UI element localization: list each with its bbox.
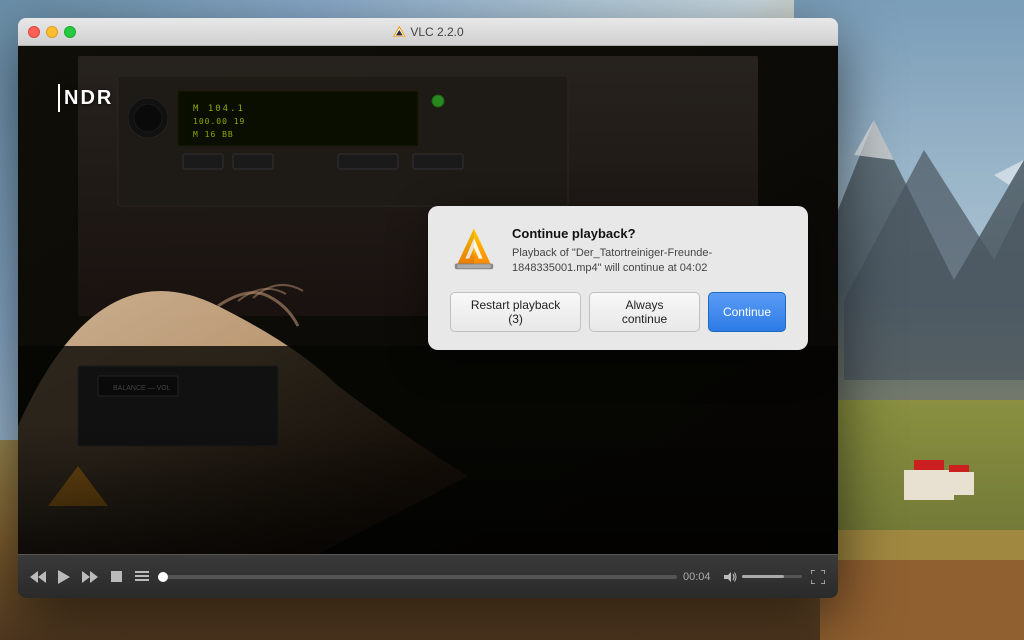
volume-bar[interactable] — [742, 575, 802, 578]
volume-area — [724, 571, 802, 583]
fullscreen-icon — [811, 570, 825, 584]
stop-button[interactable] — [106, 567, 126, 587]
dialog-message: Playback of "Der_Tatortrei­niger-Freunde… — [512, 246, 786, 277]
traffic-lights — [28, 26, 76, 38]
playlist-icon — [135, 571, 149, 583]
dialog-header: Continue playback? Playback of "Der_Tato… — [450, 226, 786, 277]
volume-icon — [724, 571, 738, 583]
vlc-title-icon — [392, 25, 406, 39]
close-button[interactable] — [28, 26, 40, 38]
volume-fill — [742, 575, 784, 578]
progress-bar[interactable] — [158, 575, 677, 579]
rewind-icon — [30, 571, 46, 583]
continue-playback-dialog: Continue playback? Playback of "Der_Tato… — [428, 206, 808, 351]
video-area[interactable]: M 104.1 100.00 19 M 16 BB — [18, 46, 838, 554]
forward-button[interactable] — [80, 567, 100, 587]
dialog-title: Continue playback? — [512, 226, 786, 241]
dialog-buttons: Restart playback (3) Always continue Con… — [450, 292, 786, 332]
playlist-button[interactable] — [132, 567, 152, 587]
progress-thumb — [158, 572, 168, 582]
always-continue-button[interactable]: Always continue — [589, 292, 700, 332]
restart-playback-button[interactable]: Restart playback (3) — [450, 292, 581, 332]
video-content: M 104.1 100.00 19 M 16 BB — [18, 46, 838, 554]
play-icon — [58, 570, 70, 584]
fullscreen-button[interactable] — [808, 567, 828, 587]
dialog-overlay: Continue playback? Playback of "Der_Tato… — [18, 46, 838, 510]
vlc-window: VLC 2.2.0 — [18, 18, 838, 598]
minimize-button[interactable] — [46, 26, 58, 38]
continue-button[interactable]: Continue — [708, 292, 786, 332]
forward-icon — [82, 571, 98, 583]
rewind-button[interactable] — [28, 567, 48, 587]
maximize-button[interactable] — [64, 26, 76, 38]
time-display: 00:04 — [683, 571, 718, 583]
stop-icon — [111, 571, 122, 582]
window-title: VLC 2.2.0 — [392, 25, 463, 39]
title-bar: VLC 2.2.0 — [18, 18, 838, 46]
dialog-text-area: Continue playback? Playback of "Der_Tato… — [512, 226, 786, 277]
controls-bar: 00:04 — [18, 554, 838, 598]
vlc-cone-icon — [450, 226, 498, 274]
play-button[interactable] — [54, 567, 74, 587]
